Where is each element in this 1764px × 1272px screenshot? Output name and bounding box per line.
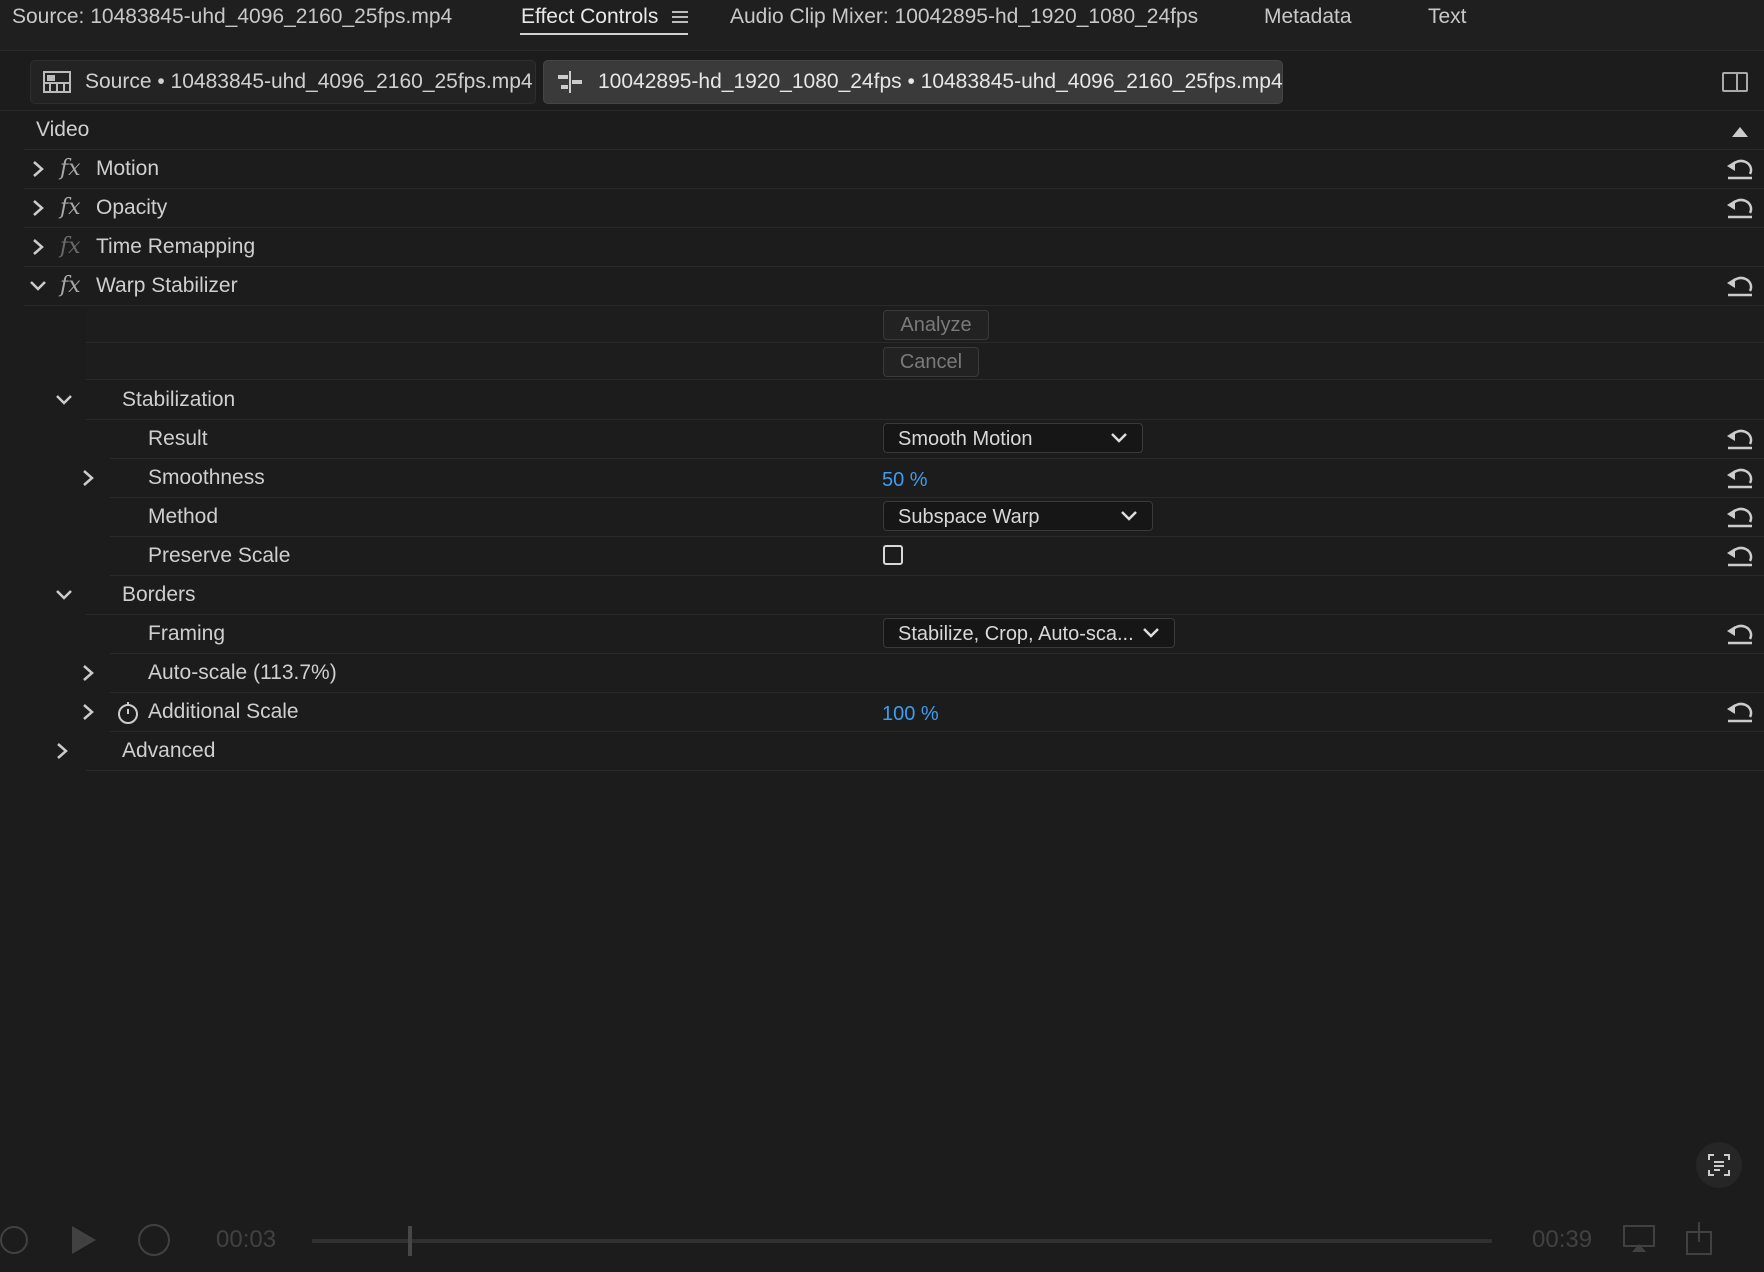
property-label: Result <box>148 427 208 450</box>
property-row-preserve-scale: Preserve Scale <box>110 537 1764 576</box>
dropdown-value: Stabilize, Crop, Auto-sca... <box>898 623 1134 645</box>
property-label: Additional Scale <box>148 700 299 723</box>
property-row-additional-scale: Additional Scale 100 % <box>83 693 1764 733</box>
effect-row-motion[interactable]: fx Motion <box>24 150 1764 189</box>
share-icon[interactable] <box>1684 1220 1714 1256</box>
source-clip-label: Source • 10483845-uhd_4096_2160_25fps.mp… <box>85 70 533 93</box>
fx-icon: fx <box>60 234 81 259</box>
captions-button[interactable] <box>1696 1142 1742 1188</box>
sequence-clip-tab[interactable]: 10042895-hd_1920_1080_24fps • 10483845-u… <box>543 60 1283 104</box>
panel-toggle-icon[interactable] <box>1722 72 1748 92</box>
film-icon <box>43 71 71 93</box>
source-clip-tab[interactable]: Source • 10483845-uhd_4096_2160_25fps.mp… <box>30 60 536 104</box>
chevron-right-icon[interactable] <box>52 732 72 770</box>
chevron-right-icon[interactable] <box>78 654 98 692</box>
reset-icon[interactable] <box>1724 158 1756 182</box>
effect-row-opacity[interactable]: fx Opacity <box>24 189 1764 228</box>
scroll-up-icon[interactable] <box>1732 127 1748 137</box>
stabilization-group-row[interactable]: Stabilization <box>56 381 1764 420</box>
chevron-down-icon[interactable] <box>54 381 74 419</box>
reset-icon[interactable] <box>1724 506 1756 530</box>
airplay-icon[interactable] <box>1622 1224 1656 1254</box>
sequence-clip-label: 10042895-hd_1920_1080_24fps • 10483845-u… <box>598 70 1283 93</box>
effect-row-time-remapping[interactable]: fx Time Remapping <box>24 228 1764 267</box>
property-row-auto-scale: Auto-scale (113.7%) <box>83 654 1764 693</box>
forward-15-icon[interactable] <box>136 1222 172 1258</box>
chevron-right-icon[interactable] <box>78 459 98 497</box>
reset-icon[interactable] <box>1724 623 1756 647</box>
dropdown-value: Smooth Motion <box>898 428 1033 450</box>
effect-row-warp-stabilizer[interactable]: fx Warp Stabilizer <box>24 267 1764 306</box>
property-row-framing: Framing Stabilize, Crop, Auto-sca... <box>110 615 1764 654</box>
fx-icon[interactable]: fx <box>60 267 81 305</box>
advanced-label: Advanced <box>122 739 216 762</box>
captions-icon <box>1708 1154 1730 1176</box>
property-label: Smoothness <box>148 466 265 489</box>
reset-icon[interactable] <box>1724 428 1756 452</box>
framing-dropdown[interactable]: Stabilize, Crop, Auto-sca... <box>883 618 1175 648</box>
additional-scale-value[interactable]: 100 % <box>882 695 939 733</box>
video-section-header: Video <box>24 111 1764 150</box>
tab-metadata[interactable]: Metadata <box>1264 0 1352 34</box>
reset-icon[interactable] <box>1724 545 1756 569</box>
property-label: Preserve Scale <box>148 544 291 567</box>
property-label: Auto-scale (113.7%) <box>148 661 337 684</box>
fx-icon[interactable]: fx <box>60 150 81 188</box>
reset-icon[interactable] <box>1724 467 1756 491</box>
borders-group-row[interactable]: Borders <box>56 576 1764 615</box>
fx-icon[interactable]: fx <box>60 189 81 227</box>
dropdown-value: Subspace Warp <box>898 506 1040 528</box>
chevron-right-icon[interactable] <box>28 189 48 227</box>
rewind-15-icon[interactable] <box>0 1222 32 1258</box>
chevron-down-icon[interactable] <box>54 576 74 614</box>
property-row-method: Method Subspace Warp <box>110 498 1764 537</box>
chevron-down-icon <box>1121 511 1137 521</box>
total-time: 00:39 <box>1532 1226 1593 1253</box>
video-label: Video <box>36 118 90 141</box>
analyze-row: Analyze <box>86 306 1764 343</box>
playhead[interactable] <box>408 1226 412 1256</box>
tab-audio-clip-mixer[interactable]: Audio Clip Mixer: 10042895-hd_1920_1080_… <box>730 0 1198 34</box>
reset-icon[interactable] <box>1724 197 1756 221</box>
chevron-right-icon[interactable] <box>28 228 48 266</box>
property-label: Method <box>148 505 219 528</box>
chevron-down-icon <box>1143 628 1159 638</box>
stabilization-label: Stabilization <box>122 388 236 411</box>
tab-effect-controls[interactable]: Effect Controls <box>521 0 658 34</box>
effect-label: Opacity <box>96 196 168 219</box>
stopwatch-icon[interactable] <box>116 701 140 725</box>
property-row-result: Result Smooth Motion <box>110 420 1764 459</box>
scrub-bar[interactable] <box>312 1239 1492 1243</box>
advanced-group-row[interactable]: Advanced <box>57 732 1764 771</box>
active-tab-indicator <box>520 33 688 35</box>
chevron-right-icon[interactable] <box>78 693 98 731</box>
chevron-down-icon <box>1111 433 1127 443</box>
current-time: 00:03 <box>216 1226 277 1253</box>
borders-label: Borders <box>122 583 196 606</box>
panel-tab-bar: Source: 10483845-uhd_4096_2160_25fps.mp4… <box>0 0 1764 51</box>
preserve-scale-checkbox[interactable] <box>883 545 903 565</box>
cancel-button[interactable]: Cancel <box>883 347 979 377</box>
sequence-icon <box>558 71 582 93</box>
property-row-smoothness: Smoothness 50 % <box>83 459 1764 499</box>
chevron-down-icon[interactable] <box>28 267 48 305</box>
smoothness-value[interactable]: 50 % <box>882 461 928 499</box>
panel-menu-icon[interactable] <box>672 8 688 24</box>
reset-icon[interactable] <box>1724 275 1756 299</box>
effect-label: Motion <box>96 157 160 180</box>
play-icon[interactable] <box>68 1224 98 1256</box>
result-dropdown[interactable]: Smooth Motion <box>883 423 1143 453</box>
effect-label: Time Remapping <box>96 235 256 258</box>
cancel-row: Cancel <box>86 343 1764 380</box>
analyze-button[interactable]: Analyze <box>883 310 989 340</box>
clip-selector-bar: Source • 10483845-uhd_4096_2160_25fps.mp… <box>0 52 1764 111</box>
chevron-right-icon[interactable] <box>28 150 48 188</box>
property-label: Framing <box>148 622 226 645</box>
tab-text[interactable]: Text <box>1428 0 1467 34</box>
playback-controls: 00:03 00:39 <box>0 1210 1764 1272</box>
effect-label: Warp Stabilizer <box>96 274 238 297</box>
method-dropdown[interactable]: Subspace Warp <box>883 501 1153 531</box>
reset-icon[interactable] <box>1724 701 1756 725</box>
tab-source[interactable]: Source: 10483845-uhd_4096_2160_25fps.mp4 <box>12 0 452 34</box>
